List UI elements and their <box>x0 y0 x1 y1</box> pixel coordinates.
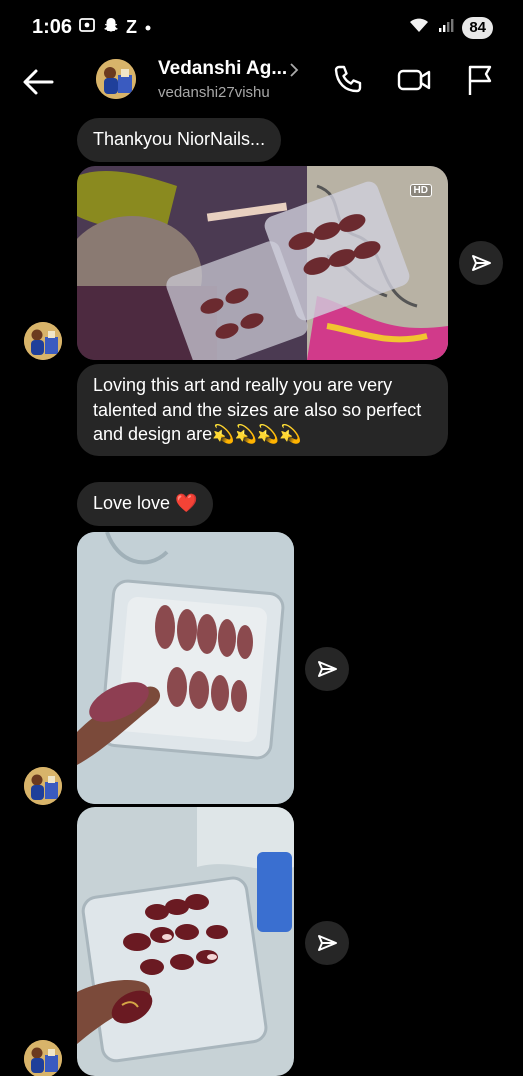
signal-icon <box>438 17 454 38</box>
chevron-right-icon[interactable] <box>288 62 300 83</box>
nails-photo-image <box>77 807 294 1076</box>
message-photo[interactable] <box>77 532 294 804</box>
z-icon: Z <box>126 17 137 37</box>
flag-icon <box>468 65 492 95</box>
share-button[interactable] <box>305 647 349 691</box>
video-call-button[interactable] <box>396 62 432 98</box>
message-text: Thankyou NiorNails... <box>93 129 266 149</box>
share-button[interactable] <box>305 921 349 965</box>
chat-header: Vedanshi Ag... vedanshi27vishu <box>0 56 523 112</box>
status-right: 6 84 <box>408 16 493 39</box>
nails-photo-image <box>77 166 448 360</box>
contact-username[interactable]: vedanshi27vishu <box>158 84 270 101</box>
notification-icons: Z <box>78 16 153 39</box>
wifi-icon: 6 <box>408 16 430 39</box>
call-button[interactable] <box>330 62 366 98</box>
screen-record-icon <box>78 16 96 39</box>
back-button[interactable] <box>18 62 58 102</box>
nails-photo-image <box>77 532 294 804</box>
sender-avatar[interactable] <box>24 1040 62 1076</box>
battery-indicator: 84 <box>462 16 493 39</box>
status-time: 1:06 <box>32 16 73 38</box>
dot-icon <box>143 18 153 38</box>
message-photo[interactable] <box>77 807 294 1076</box>
sender-avatar[interactable] <box>24 767 62 805</box>
send-icon <box>318 935 337 951</box>
send-icon <box>472 255 491 271</box>
contact-name[interactable]: Vedanshi Ag... <box>158 58 287 80</box>
message-photo[interactable]: HD <box>77 166 448 360</box>
snapchat-icon <box>102 16 120 39</box>
report-button[interactable] <box>462 62 498 98</box>
video-icon <box>397 69 431 91</box>
message-text: Loving this art and really you are very … <box>93 375 422 444</box>
message-text: Love love ❤️ <box>93 493 198 513</box>
status-bar: 1:06 Z 6 84 <box>0 0 523 56</box>
svg-text:6: 6 <box>423 27 428 34</box>
arrow-left-icon <box>23 69 54 95</box>
message-bubble[interactable]: Love love ❤️ <box>77 482 214 526</box>
message-bubble[interactable]: Thankyou NiorNails... <box>77 118 282 162</box>
message-bubble[interactable]: Loving this art and really you are very … <box>77 364 448 456</box>
share-button[interactable] <box>459 241 503 285</box>
send-icon <box>318 661 337 677</box>
hd-badge: HD <box>409 184 432 197</box>
avatar[interactable] <box>96 59 136 99</box>
phone-icon <box>334 65 362 93</box>
sender-avatar[interactable] <box>24 322 62 360</box>
